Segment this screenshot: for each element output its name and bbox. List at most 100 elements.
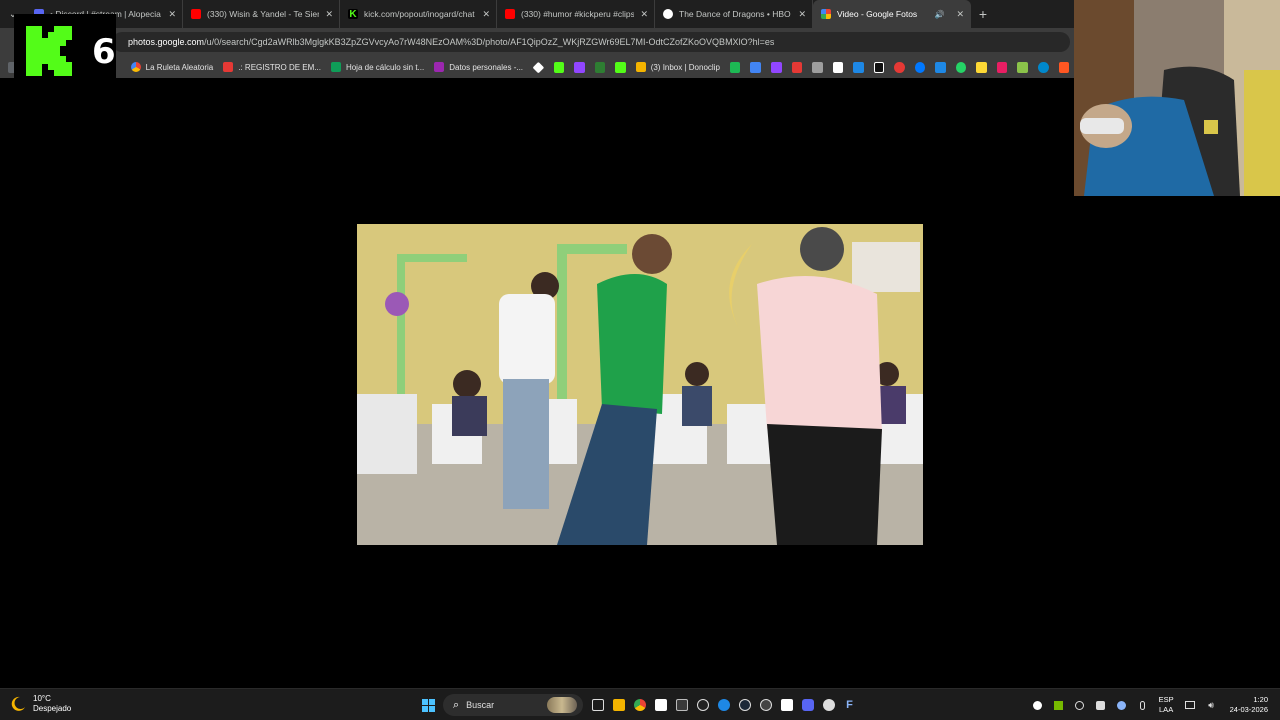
weather-description: Despejado — [33, 704, 72, 713]
whatsapp-icon[interactable] — [955, 61, 967, 73]
youtube-icon — [505, 9, 515, 19]
taskbar-search[interactable]: ⌕ Buscar — [443, 694, 583, 716]
telegram-icon[interactable] — [1037, 61, 1049, 73]
weather-widget[interactable]: 10°C Despejado — [10, 694, 71, 714]
edit-icon[interactable] — [750, 61, 761, 73]
bookmark-red-icon[interactable] — [791, 61, 803, 73]
leaf-icon[interactable] — [1017, 61, 1028, 73]
new-tab-button[interactable]: + — [971, 0, 995, 28]
kick-icon: K — [348, 8, 358, 20]
kick-bookmark-icon[interactable] — [553, 61, 565, 73]
close-icon[interactable]: ✕ — [956, 9, 964, 20]
tray-app-button[interactable] — [1029, 694, 1045, 716]
tab-kick-chat[interactable]: K kick.com/popout/inogard/chat ✕ — [340, 0, 497, 28]
search-icon: ⌕ — [453, 698, 460, 711]
bookmark-label: (3) Inbox | Donoclip — [650, 62, 720, 72]
bookmarks-bar: La Ruleta Aleatoria .: REGISTRO DE EM...… — [0, 56, 1074, 78]
close-icon[interactable]: ✕ — [640, 9, 648, 20]
calculator-button[interactable] — [672, 694, 692, 716]
calendar-app-button[interactable] — [651, 694, 671, 716]
tab-google-photos[interactable]: Video - Google Fotos 🔊 ✕ — [813, 0, 971, 28]
chat-icon[interactable] — [935, 61, 946, 73]
bookmark-datos-personales[interactable]: Datos personales -... — [429, 58, 528, 76]
bookmark-hoja-calculo[interactable]: Hoja de cálculo sin t... — [326, 58, 429, 76]
speaker-icon[interactable]: 🔊 — [934, 10, 944, 19]
taskbar-apps: ⌕ Buscar F — [418, 693, 860, 717]
tab-title: Video - Google Fotos — [837, 9, 918, 19]
close-icon[interactable]: ✕ — [798, 9, 806, 20]
pink-icon[interactable] — [996, 61, 1008, 73]
kick-counter-overlay: 6 — [14, 14, 116, 84]
tab-title: (330) Wisin & Yandel - Te Siento — [207, 9, 320, 19]
record-icon[interactable] — [894, 61, 905, 73]
bookmark-label: La Ruleta Aleatoria — [145, 62, 214, 72]
close-icon[interactable]: ✕ — [168, 9, 176, 20]
donoclip-icon — [635, 62, 646, 72]
search-highlight-image — [547, 697, 577, 713]
d-icon[interactable] — [729, 61, 741, 73]
network-button[interactable] — [1182, 694, 1198, 716]
extension-icon[interactable] — [1058, 61, 1070, 73]
twitch-icon[interactable] — [574, 61, 585, 73]
s-icon[interactable] — [976, 61, 987, 73]
f-app-button[interactable]: F — [840, 694, 860, 716]
video-player[interactable] — [357, 224, 923, 545]
twitch-icon[interactable] — [770, 61, 782, 73]
discord-app-button[interactable] — [798, 694, 818, 716]
recorder-button[interactable] — [756, 694, 776, 716]
bookmark-label: .: REGISTRO DE EM... — [238, 62, 321, 72]
kick-app-button[interactable] — [777, 694, 797, 716]
tray-mic-button[interactable] — [1134, 694, 1150, 716]
volume-icon: 🔊︎ — [1208, 699, 1214, 710]
tab-hbo[interactable]: The Dance of Dragons • HBO M ✕ — [655, 0, 813, 28]
close-icon[interactable]: ✕ — [325, 9, 333, 20]
hbo-icon — [663, 9, 673, 19]
app-button[interactable] — [819, 694, 839, 716]
recorder-icon — [759, 699, 772, 711]
terminal-icon[interactable] — [873, 61, 885, 73]
obs-button[interactable] — [693, 694, 713, 716]
address-bar[interactable]: photos.google.com/u/0/search/Cgd2aWRlb3M… — [112, 32, 1070, 52]
url-path: /u/0/search/Cgd2aWRlb3MglgkKB3ZpZGVvcyAo… — [204, 37, 775, 47]
tray-shield-button[interactable] — [1071, 694, 1087, 716]
chrome-button[interactable] — [630, 694, 650, 716]
tab-youtube-wisin[interactable]: (330) Wisin & Yandel - Te Siento ✕ — [183, 0, 340, 28]
clock[interactable]: 1:20 24-03-2026 — [1230, 695, 1268, 715]
tray-steam-button[interactable] — [1092, 694, 1108, 716]
tab-youtube-humor[interactable]: (330) #humor #kickperu #clips ✕ — [497, 0, 655, 28]
bookmark-donoclip[interactable]: (3) Inbox | Donoclip — [631, 58, 725, 76]
start-button[interactable] — [419, 694, 439, 716]
stats-icon[interactable] — [853, 61, 864, 73]
close-icon[interactable]: ✕ — [482, 9, 490, 20]
file-explorer-button[interactable] — [609, 694, 629, 716]
grid-icon[interactable] — [594, 61, 606, 73]
edge-button[interactable] — [714, 694, 734, 716]
kick-icon[interactable] — [615, 61, 626, 73]
obs-icon — [696, 699, 709, 711]
nvidia-button[interactable] — [1050, 694, 1066, 716]
webcam-image — [1074, 0, 1280, 196]
clock-time: 1:20 — [1253, 695, 1268, 704]
clock-date: 24-03-2026 — [1229, 705, 1268, 714]
diamond-icon[interactable] — [532, 61, 545, 73]
bookmark-ruleta[interactable]: La Ruleta Aleatoria — [126, 58, 219, 76]
task-view-button[interactable] — [588, 694, 608, 716]
language-indicator[interactable]: ESP LAA — [1159, 695, 1174, 715]
volume-button[interactable]: 🔊︎ — [1203, 694, 1219, 716]
network-icon — [1185, 701, 1196, 709]
bookmark-registro[interactable]: .: REGISTRO DE EM... — [218, 58, 326, 76]
chrome-icon — [633, 699, 646, 711]
controller-icon[interactable] — [812, 61, 823, 73]
tray-bluetooth-button[interactable] — [1113, 694, 1129, 716]
nvidia-icon — [1053, 700, 1063, 710]
url-host: photos.google.com — [128, 37, 205, 47]
search-placeholder: Buscar — [466, 700, 495, 710]
google-photos-icon — [821, 9, 831, 19]
messenger-icon[interactable] — [914, 61, 926, 73]
folder-icon — [612, 699, 625, 711]
tab-title: The Dance of Dragons • HBO M — [679, 9, 793, 19]
steam-button[interactable] — [735, 694, 755, 716]
document-icon[interactable] — [832, 61, 844, 73]
roulette-icon — [130, 62, 141, 72]
microphone-icon — [1139, 700, 1145, 710]
